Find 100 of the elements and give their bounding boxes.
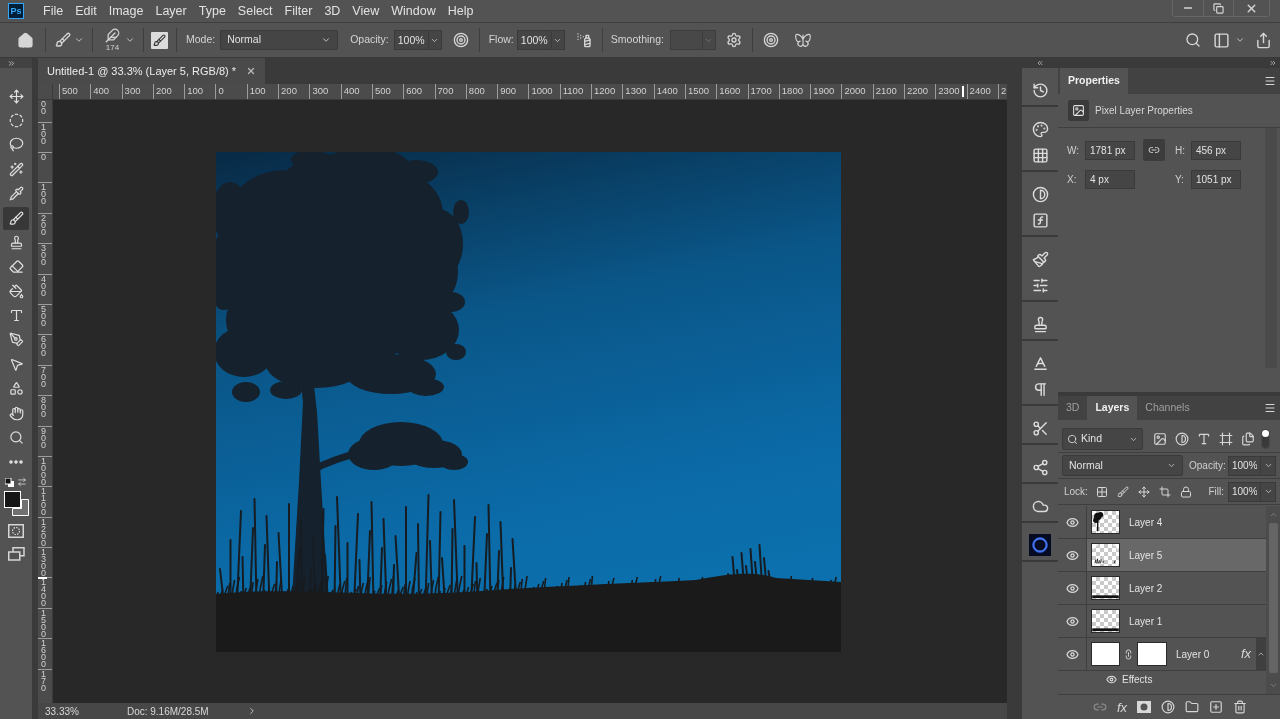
blend-mode-select[interactable]: Normal <box>1062 455 1183 476</box>
menu-item[interactable]: File <box>37 0 70 22</box>
half-circle-icon[interactable] <box>1031 185 1049 203</box>
search-icon[interactable] <box>1185 32 1201 48</box>
filter-toggle-icon[interactable] <box>1261 429 1270 449</box>
frame-icon[interactable] <box>1219 432 1233 446</box>
target-icon[interactable] <box>452 32 469 48</box>
menu-item[interactable]: Edit <box>69 0 103 22</box>
layer-row[interactable]: Layer 2 <box>1058 572 1266 605</box>
settings-icon[interactable] <box>725 32 742 48</box>
fx-label[interactable]: fx <box>1240 644 1251 664</box>
overlapping-windows-icon[interactable] <box>7 547 25 561</box>
menu-item[interactable]: Window <box>385 0 442 22</box>
layer-row[interactable]: Layer 0 fx <box>1058 638 1266 671</box>
workspace-icon[interactable] <box>1213 31 1230 49</box>
nodes-icon[interactable] <box>1031 458 1049 476</box>
history-icon[interactable] <box>1031 81 1049 99</box>
eye-icon[interactable] <box>1065 515 1079 529</box>
collapse-icon[interactable] <box>1036 59 1044 67</box>
lock-icon[interactable] <box>1179 485 1192 498</box>
sliders-icon[interactable] <box>1031 276 1049 294</box>
four-square-grid-icon[interactable] <box>1095 485 1108 498</box>
function-square-icon[interactable] <box>1031 211 1049 229</box>
foreground-color-swatch[interactable] <box>4 491 21 508</box>
panel-tab[interactable]: Properties <box>1060 68 1128 94</box>
letter-a-icon[interactable] <box>1031 354 1049 372</box>
default-colors-icon[interactable] <box>5 477 14 487</box>
scrollbar-thumb[interactable] <box>1268 523 1278 673</box>
panel-tab[interactable]: Layers <box>1087 396 1138 420</box>
scrollbar-track[interactable] <box>1266 506 1280 694</box>
brush-preset-picker[interactable]: 174 <box>105 28 135 52</box>
butterfly-icon[interactable] <box>793 31 812 49</box>
height-field[interactable]: 456 px <box>1191 140 1241 160</box>
glowing-ring-icon[interactable] <box>1029 534 1051 556</box>
expand-icon[interactable] <box>1269 59 1277 67</box>
menu-item[interactable]: Select <box>231 0 279 22</box>
scissors-icon[interactable] <box>1031 419 1049 437</box>
move-icon[interactable] <box>1137 485 1150 498</box>
caret-icon[interactable] <box>74 35 84 45</box>
menu-item[interactable]: Help <box>441 0 480 22</box>
panel-menu-icon[interactable] <box>1264 402 1276 414</box>
share-icon[interactable] <box>1255 31 1272 49</box>
layer-row[interactable]: Layer 1 <box>1058 605 1266 638</box>
menu-item[interactable]: Type <box>192 0 232 22</box>
x-field[interactable]: 4 px <box>1085 169 1135 189</box>
panel-tab[interactable]: 3D <box>1058 396 1088 420</box>
close-icon[interactable] <box>246 66 257 76</box>
swap-arrows-icon[interactable] <box>17 477 27 487</box>
brush-icon[interactable] <box>55 32 71 48</box>
caret-icon[interactable] <box>1235 35 1245 45</box>
brush-icon[interactable] <box>1116 485 1129 498</box>
opacity-field[interactable]: 100% <box>393 30 429 50</box>
paintbrush-icon[interactable] <box>1031 250 1049 268</box>
trash-icon[interactable] <box>1233 700 1248 714</box>
crop-icon[interactable] <box>1158 485 1171 498</box>
menu-item[interactable]: Filter <box>278 0 319 22</box>
eye-icon[interactable] <box>1106 674 1117 685</box>
brush-tool-button[interactable] <box>3 206 29 230</box>
layer-opacity-field[interactable]: 100% <box>1228 455 1261 476</box>
layer-row[interactable]: Layer 5 <box>1058 539 1266 572</box>
panel-tab[interactable]: Channels <box>1137 396 1198 420</box>
spray-can-icon[interactable] <box>575 32 592 48</box>
type-icon[interactable] <box>1197 432 1211 446</box>
link-proportions-button[interactable] <box>1143 139 1165 161</box>
effects-toggle-button[interactable] <box>1256 638 1266 670</box>
brush-panel-button[interactable] <box>151 31 168 49</box>
framed-circle-icon[interactable] <box>8 524 24 538</box>
half-circle-icon[interactable] <box>1175 432 1189 446</box>
filter-kind-select[interactable]: Kind <box>1062 428 1143 450</box>
image-icon[interactable] <box>1153 432 1167 446</box>
menu-item[interactable]: 3D <box>318 0 347 22</box>
panel-menu-icon[interactable] <box>1264 75 1276 87</box>
menu-item[interactable]: Image <box>102 0 150 22</box>
home-icon[interactable] <box>17 31 34 49</box>
mask-icon[interactable] <box>1137 701 1152 713</box>
document-tab[interactable]: Untitled-1 @ 33.3% (Layer 5, RGB/8) * <box>38 58 266 84</box>
menu-item[interactable]: View <box>346 0 386 22</box>
width-field[interactable]: 1781 px <box>1085 140 1135 160</box>
zoom-level[interactable]: 33.33% <box>45 703 79 719</box>
eye-icon[interactable] <box>1065 548 1079 562</box>
eye-icon[interactable] <box>1065 614 1079 628</box>
palette-icon[interactable] <box>1031 120 1049 138</box>
grid-icon[interactable] <box>1031 146 1049 164</box>
folder-icon[interactable] <box>1185 700 1200 714</box>
layer-row[interactable]: Layer 4 <box>1058 506 1266 539</box>
chain-icon[interactable] <box>1123 648 1134 660</box>
eye-icon[interactable] <box>1065 647 1079 661</box>
fill-field[interactable]: 100% <box>1228 481 1261 502</box>
files-icon[interactable] <box>1241 432 1255 446</box>
eye-icon[interactable] <box>1065 581 1079 595</box>
half-circle-icon[interactable] <box>1161 700 1176 714</box>
y-field[interactable]: 1051 px <box>1191 169 1241 189</box>
mode-select[interactable]: Normal <box>220 30 339 50</box>
stamp-icon[interactable] <box>1031 315 1049 333</box>
close-button[interactable] <box>1233 0 1269 16</box>
menu-item[interactable]: Layer <box>149 0 193 22</box>
add-style-button[interactable]: fx <box>1117 700 1128 714</box>
square-plus-icon[interactable] <box>1209 700 1224 714</box>
target-icon[interactable] <box>762 32 779 48</box>
flow-field[interactable]: 100% <box>516 30 552 50</box>
